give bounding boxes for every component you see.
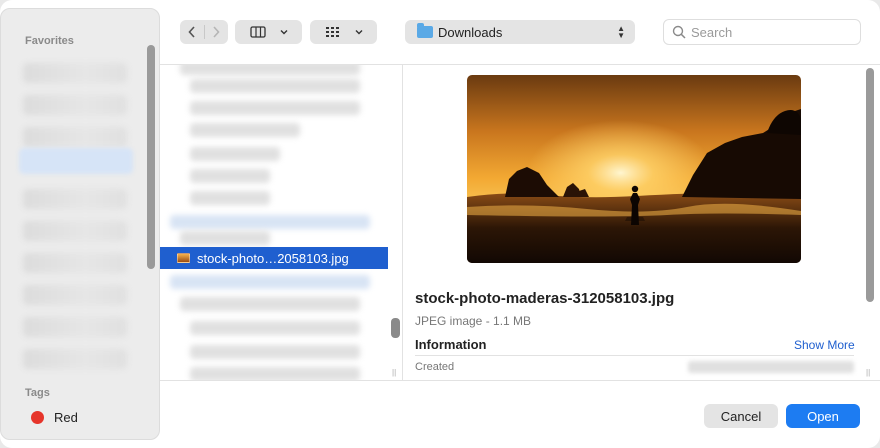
view-mode-button[interactable] — [235, 20, 302, 44]
file-row[interactable] — [190, 101, 360, 115]
file-row[interactable] — [180, 297, 360, 311]
chevron-right-icon — [213, 26, 220, 38]
sidebar: Favorites Tags Red — [0, 8, 160, 440]
bottom-divider — [160, 380, 880, 381]
sidebar-item[interactable] — [23, 127, 127, 147]
info-divider — [415, 355, 854, 356]
selected-file-name: stock-photo…2058103.jpg — [197, 250, 349, 266]
folder-icon — [417, 23, 433, 38]
navigation-buttons — [180, 20, 228, 44]
preview-resize-handle[interactable]: || — [866, 368, 870, 377]
preview-file-name: stock-photo-maderas-312058103.jpg — [415, 290, 675, 307]
up-down-chevron-icon: ▲ ▼ — [617, 24, 625, 40]
preview-file-kind: JPEG image - 1.1 MB — [415, 314, 532, 328]
open-file-dialog: Favorites Tags Red Downloads ▲ ▼ Search … — [0, 0, 880, 448]
file-row[interactable] — [190, 147, 280, 161]
chevron-left-icon — [188, 26, 195, 38]
red-tag-dot-icon — [31, 411, 44, 424]
selected-file-row[interactable]: stock-photo…2058103.jpg — [160, 247, 388, 269]
show-more-link[interactable]: Show More — [794, 338, 855, 352]
image-file-icon — [177, 253, 190, 263]
sidebar-tag-red[interactable]: Red — [31, 410, 78, 425]
group-button[interactable] — [310, 20, 377, 44]
file-row[interactable] — [190, 191, 270, 205]
search-icon — [672, 25, 686, 39]
sunset-photo-thumbnail — [467, 75, 801, 263]
sidebar-item-selected[interactable] — [19, 148, 133, 174]
created-value-redacted — [688, 361, 854, 373]
file-row[interactable] — [190, 169, 270, 183]
file-row[interactable] — [180, 231, 270, 245]
file-row[interactable] — [190, 345, 360, 359]
file-row[interactable] — [190, 123, 300, 137]
file-row[interactable] — [190, 321, 360, 335]
sidebar-item[interactable] — [23, 253, 127, 273]
file-row[interactable] — [190, 367, 360, 380]
chevron-down-icon — [355, 30, 362, 35]
sidebar-item[interactable] — [23, 95, 127, 115]
preview-image — [467, 75, 801, 263]
column-resize-handle[interactable]: || — [392, 368, 396, 377]
chevron-down-icon — [280, 30, 287, 35]
file-row[interactable] — [180, 65, 360, 75]
sidebar-item[interactable] — [23, 221, 127, 241]
grid-icon — [325, 27, 339, 37]
location-popup[interactable]: Downloads ▲ ▼ — [405, 20, 635, 44]
column-divider — [402, 65, 403, 380]
preview-scrollbar[interactable] — [866, 68, 874, 302]
cancel-button[interactable]: Cancel — [704, 404, 778, 428]
columns-view-icon — [249, 26, 266, 38]
information-heading: Information — [415, 337, 487, 352]
tag-label: Red — [54, 410, 78, 425]
column-scrollbar[interactable] — [391, 318, 400, 338]
file-row[interactable] — [170, 215, 370, 229]
location-label: Downloads — [438, 24, 503, 40]
forward-button[interactable] — [205, 20, 228, 44]
sidebar-item[interactable] — [23, 63, 127, 83]
sidebar-item[interactable] — [23, 189, 127, 209]
file-column: stock-photo…2058103.jpg — [160, 65, 390, 380]
sidebar-item[interactable] — [23, 349, 127, 369]
back-button[interactable] — [181, 20, 204, 44]
sidebar-heading-tags: Tags — [25, 387, 50, 399]
open-button[interactable]: Open — [786, 404, 860, 428]
sidebar-item[interactable] — [23, 317, 127, 337]
sidebar-item[interactable] — [23, 285, 127, 305]
sidebar-scrollbar[interactable] — [147, 45, 155, 269]
sidebar-heading-favorites: Favorites — [25, 35, 74, 47]
created-label: Created — [415, 361, 455, 373]
file-row[interactable] — [190, 79, 360, 93]
search-input[interactable] — [691, 24, 851, 40]
file-row[interactable] — [170, 275, 370, 289]
search-field[interactable] — [663, 19, 861, 45]
